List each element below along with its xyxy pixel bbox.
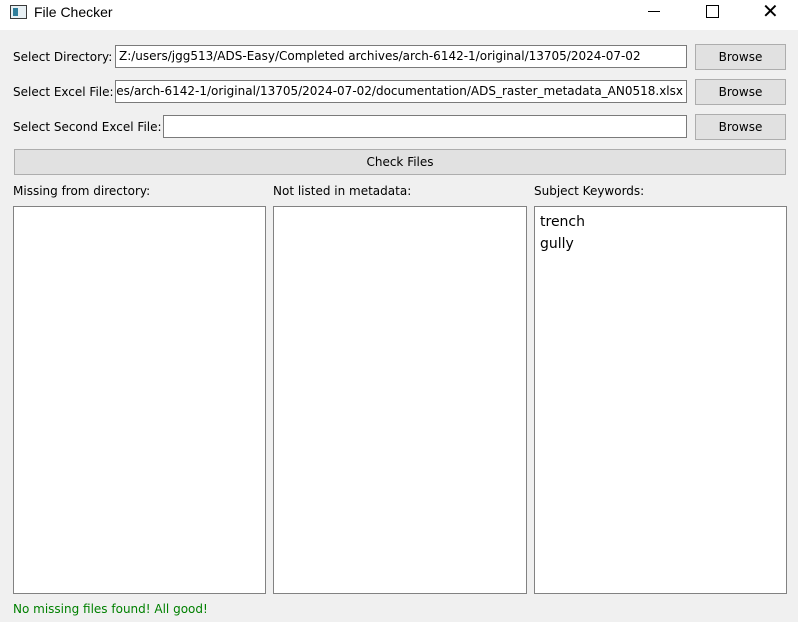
not-listed-in-metadata-header: Not listed in metadata: xyxy=(273,184,412,198)
check-files-button[interactable]: Check Files xyxy=(14,149,786,175)
list-item[interactable]: gully xyxy=(540,233,781,255)
window-title: File Checker xyxy=(34,4,113,20)
directory-field[interactable]: Z:/users/jgg513/ADS-Easy/Completed archi… xyxy=(115,45,687,68)
second-excel-file-field[interactable] xyxy=(163,115,687,138)
missing-from-directory-list[interactable] xyxy=(13,206,266,594)
maximize-icon xyxy=(706,5,719,18)
status-message: No missing files found! All good! xyxy=(13,602,208,616)
excel-file-value: chives/arch-6142-1/original/13705/2024-0… xyxy=(115,84,683,98)
close-button[interactable]: ✕ xyxy=(746,0,792,30)
close-icon: ✕ xyxy=(762,0,779,23)
browse-directory-button[interactable]: Browse xyxy=(695,44,786,70)
minimize-icon xyxy=(648,11,660,12)
maximize-button[interactable] xyxy=(688,0,734,30)
subject-keywords-list[interactable]: trench gully xyxy=(534,206,787,594)
app-icon xyxy=(10,5,27,19)
excel-file-label: Select Excel File: xyxy=(13,85,114,99)
browse-excel-button[interactable]: Browse xyxy=(695,79,786,105)
minimize-button[interactable] xyxy=(630,0,676,30)
missing-from-directory-header: Missing from directory: xyxy=(13,184,151,198)
list-item[interactable]: trench xyxy=(540,211,781,233)
directory-value: Z:/users/jgg513/ADS-Easy/Completed archi… xyxy=(119,49,641,63)
title-bar: File Checker ✕ xyxy=(0,0,798,30)
browse-second-excel-button[interactable]: Browse xyxy=(695,114,786,140)
directory-label: Select Directory: xyxy=(13,50,113,64)
excel-file-field[interactable]: chives/arch-6142-1/original/13705/2024-0… xyxy=(115,80,687,103)
second-excel-file-label: Select Second Excel File: xyxy=(13,120,162,134)
not-listed-in-metadata-list[interactable] xyxy=(273,206,527,594)
subject-keywords-header: Subject Keywords: xyxy=(534,184,645,198)
